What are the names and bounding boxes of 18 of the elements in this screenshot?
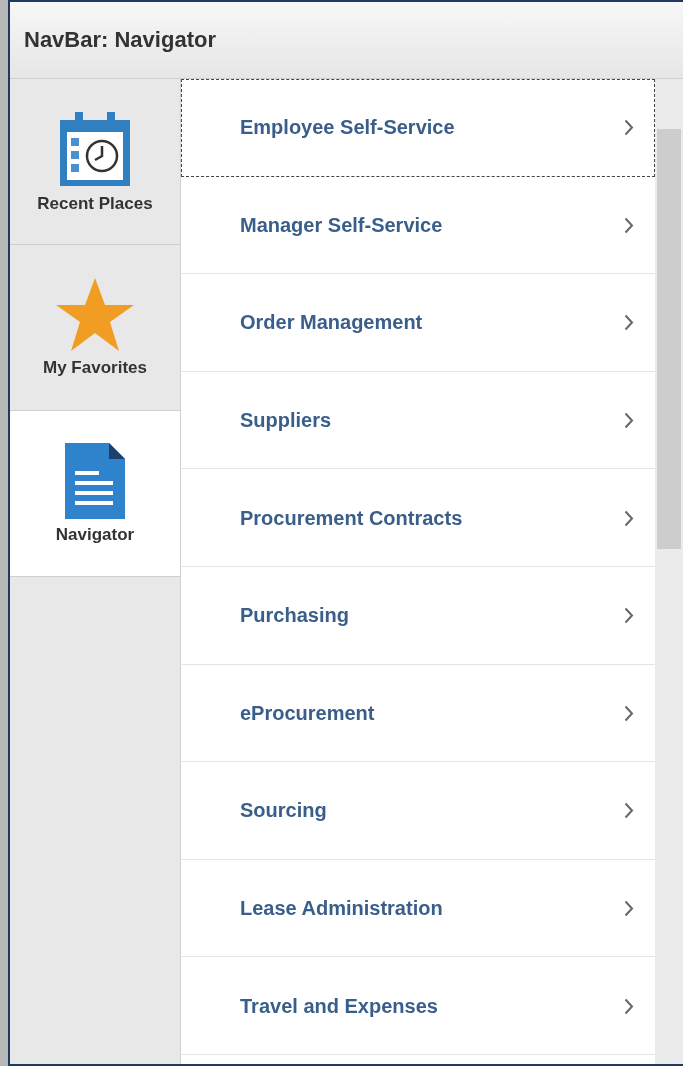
chevron-icon: [624, 412, 634, 430]
chevron-icon: [624, 704, 634, 722]
chevron-icon: [624, 216, 634, 234]
chevron-icon: [624, 607, 634, 625]
star-icon: [55, 277, 135, 352]
document-icon: [65, 442, 125, 519]
chevron-icon: [624, 314, 634, 332]
chevron-icon: [624, 900, 634, 918]
calendar-clock-icon: [59, 109, 131, 188]
menu-item[interactable]: Employee Self-Service: [181, 79, 655, 177]
chevron-icon: [624, 509, 634, 527]
chevron-icon: [624, 997, 634, 1015]
scrollbar[interactable]: [655, 79, 683, 1064]
window-title: NavBar: Navigator: [24, 27, 216, 53]
chevron-icon: [624, 119, 634, 137]
sidebar-tile[interactable]: Navigator: [10, 411, 180, 577]
chevron-icon: [624, 802, 634, 820]
scrollbar-thumb[interactable]: [657, 129, 681, 549]
